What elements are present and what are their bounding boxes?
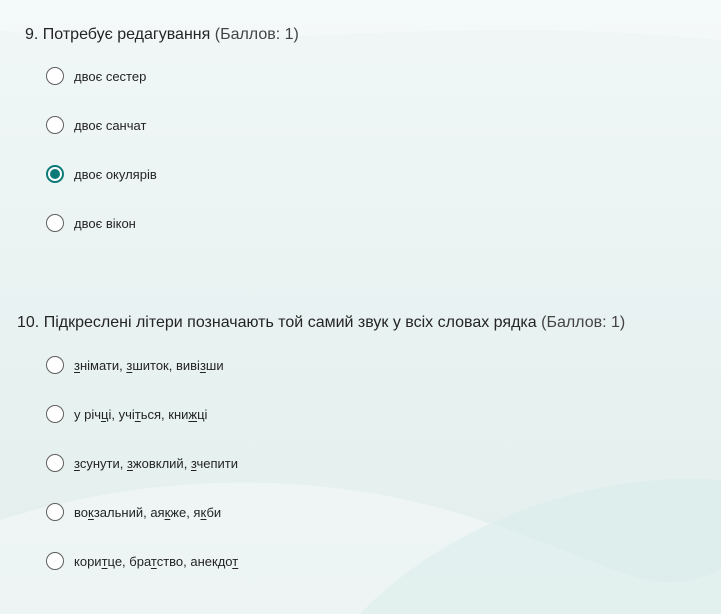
radio-button-selected[interactable] [46, 165, 64, 183]
option-label: у річці, учіться, книжці [74, 407, 207, 422]
label-text: чепити [196, 455, 238, 471]
option-row-5[interactable]: коритце, братство, анекдот [46, 549, 238, 573]
option-row-3[interactable]: зсунути, зжовклий, зчепити [46, 451, 238, 475]
radio-button[interactable] [46, 552, 64, 570]
question-text: 10. Підкреслені літери позначають той са… [17, 314, 537, 331]
option-dvoie-sanchat[interactable]: двоє санчат [46, 113, 146, 137]
underlined-letter: т [232, 553, 239, 569]
radio-button[interactable] [46, 356, 64, 374]
label-text: би [206, 504, 222, 520]
underlined-letter: ж [188, 406, 198, 422]
option-label: двоє санчат [74, 117, 147, 133]
question-points: (Баллов: 1) [214, 26, 299, 43]
question-title: 10. Підкреслені літери позначають той са… [17, 314, 625, 332]
label-text: ься, кни [140, 406, 189, 422]
label-text: ці [197, 406, 208, 422]
question-title: 9. Потребує редагування (Баллов: 1) [25, 26, 299, 44]
label-text: у річ [74, 406, 102, 422]
radio-button[interactable] [46, 503, 64, 521]
label-text: жовклий, [132, 455, 191, 471]
option-label: зсунути, зжовклий, зчепити [74, 456, 238, 471]
label-text: німати, [79, 357, 127, 373]
question-text: 9. Потребує редагування [25, 26, 211, 43]
option-label: коритце, братство, анекдот [74, 554, 238, 569]
label-text: во [74, 504, 88, 520]
label-text: і, учі [108, 406, 135, 422]
label-text: сунути, [79, 455, 127, 471]
option-dvoie-okuliariv[interactable]: двоє окулярів [46, 162, 157, 186]
option-label: двоє сестер [74, 68, 147, 84]
question-points: (Баллов: 1) [541, 314, 626, 331]
radio-button[interactable] [46, 454, 64, 472]
option-dvoie-vikon[interactable]: двоє вікон [46, 211, 136, 235]
label-text: шиток, виві [132, 357, 200, 373]
label-text: ши [205, 357, 224, 373]
radio-button[interactable] [46, 405, 64, 423]
option-row-4[interactable]: вокзальний, аякже, якби [46, 500, 221, 524]
label-text: кори [74, 553, 102, 569]
radio-button[interactable] [46, 67, 64, 85]
label-text: ство, анекдо [156, 553, 233, 569]
option-label: вокзальний, аякже, якби [74, 505, 221, 520]
label-text: зальний, ая [93, 504, 165, 520]
label-text: же, я [170, 504, 201, 520]
option-dvoie-sester[interactable]: двоє сестер [46, 64, 146, 88]
option-label: знімати, зшиток, вивізши [74, 358, 224, 373]
option-label: двоє окулярів [74, 166, 157, 182]
label-text: це, бра [107, 553, 151, 569]
radio-button[interactable] [46, 116, 64, 134]
radio-button[interactable] [46, 214, 64, 232]
option-label: двоє вікон [74, 215, 136, 231]
option-row-2[interactable]: у річці, учіться, книжці [46, 402, 207, 426]
option-row-1[interactable]: знімати, зшиток, вивізши [46, 353, 224, 377]
